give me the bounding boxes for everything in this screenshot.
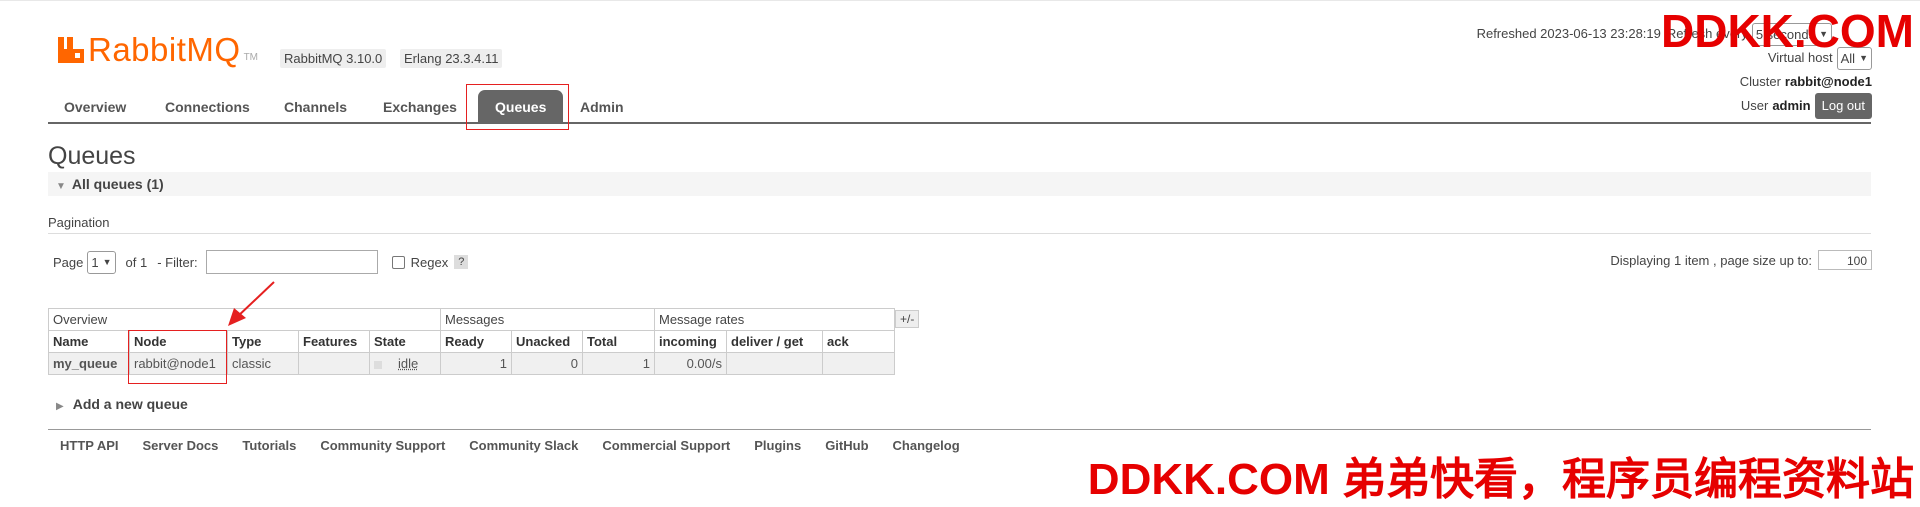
all-queues-section-toggle[interactable]: ▼ All queues (1) xyxy=(48,172,1871,196)
displaying-info: Displaying 1 item , page size up to: 100 xyxy=(1610,250,1872,270)
col-incoming[interactable]: incoming xyxy=(654,330,727,353)
erlang-version: Erlang 23.3.4.11 xyxy=(400,49,503,68)
col-features[interactable]: Features xyxy=(298,330,370,353)
footer-link-tutorials[interactable]: Tutorials xyxy=(242,438,296,453)
tab-admin[interactable]: Admin xyxy=(580,99,624,115)
col-state[interactable]: State xyxy=(369,330,441,353)
filter-label: - Filter: xyxy=(157,254,198,270)
rabbitmq-version: RabbitMQ 3.10.0 xyxy=(280,49,387,68)
page-of-label: of 1 xyxy=(125,254,148,270)
main-nav: Overview Connections Channels Exchanges … xyxy=(48,88,1871,124)
top-border xyxy=(0,0,1920,5)
pagination-label: Pagination xyxy=(48,215,110,230)
pagination-divider xyxy=(48,233,1871,234)
footer-link-http-api[interactable]: HTTP API xyxy=(60,438,119,453)
queue-unacked: 0 xyxy=(511,352,583,375)
group-messages: Messages xyxy=(440,308,655,331)
annotation-arrow-icon xyxy=(228,281,275,326)
chevron-down-icon: ▼ xyxy=(102,256,112,267)
col-deliver-get[interactable]: deliver / get xyxy=(726,330,823,353)
queue-ack xyxy=(822,352,895,375)
col-unacked[interactable]: Unacked xyxy=(511,330,583,353)
queue-deliver-get xyxy=(726,352,823,375)
regex-help-button[interactable]: ? xyxy=(454,255,469,269)
node-column-highlight xyxy=(128,330,227,384)
triangle-down-icon: ▼ xyxy=(56,181,66,192)
tab-connections[interactable]: Connections xyxy=(165,99,250,115)
queue-state: idle xyxy=(398,356,419,371)
tab-overview[interactable]: Overview xyxy=(64,99,126,115)
rabbit-logo-icon xyxy=(58,35,84,65)
col-ack[interactable]: ack xyxy=(822,330,895,353)
footer-link-commercial-support[interactable]: Commercial Support xyxy=(602,438,730,453)
queue-incoming: 0.00/s xyxy=(654,352,727,375)
tab-channels[interactable]: Channels xyxy=(284,99,347,115)
regex-checkbox[interactable] xyxy=(391,255,405,269)
watermark-top: DDKK.COM xyxy=(1661,5,1914,57)
queue-state-cell: idle xyxy=(369,352,441,375)
refreshed-label: Refreshed 2023-06-13 23:28:19 xyxy=(1476,26,1661,41)
page-title: Queues xyxy=(48,142,136,170)
footer-links: HTTP API Server Docs Tutorials Community… xyxy=(60,438,984,453)
footer-link-community-slack[interactable]: Community Slack xyxy=(469,438,578,453)
queue-name-link[interactable]: my_queue xyxy=(48,352,130,375)
triangle-right-icon: ▶ xyxy=(56,401,64,412)
footer-link-github[interactable]: GitHub xyxy=(825,438,868,453)
logo-tm: TM xyxy=(243,51,259,63)
footer-link-server-docs[interactable]: Server Docs xyxy=(143,438,219,453)
page-select[interactable]: 1 ▼ xyxy=(87,250,116,274)
page-label: Page xyxy=(53,254,84,270)
page-select-value: 1 xyxy=(91,254,99,270)
col-name[interactable]: Name xyxy=(48,330,130,353)
col-ready[interactable]: Ready xyxy=(440,330,512,353)
column-toggle-button[interactable]: +/- xyxy=(895,310,920,328)
regex-label: Regex xyxy=(410,254,449,270)
queues-tab-highlight xyxy=(466,84,569,130)
watermark-bottom: DDKK.COM 弟弟快看，程序员编程资料站 xyxy=(1087,455,1914,504)
state-indicator-icon xyxy=(374,360,382,369)
filter-input[interactable] xyxy=(205,250,378,274)
add-new-queue-toggle[interactable]: ▶ Add a new queue xyxy=(56,396,188,412)
displaying-label: Displaying 1 item , page size up to: xyxy=(1610,252,1812,268)
col-total[interactable]: Total xyxy=(582,330,655,353)
footer-link-plugins[interactable]: Plugins xyxy=(754,438,801,453)
add-queue-label: Add a new queue xyxy=(72,396,188,412)
rabbitmq-logo[interactable]: RabbitMQ TM xyxy=(58,30,258,70)
pagination-controls: Page 1 ▼ of 1 - Filter: Regex ? xyxy=(53,250,469,274)
logo-text: RabbitMQ xyxy=(88,31,241,68)
footer-divider xyxy=(48,429,1871,430)
queue-type: classic xyxy=(227,352,299,375)
queue-features xyxy=(298,352,370,375)
queue-ready: 1 xyxy=(440,352,512,375)
footer-link-changelog[interactable]: Changelog xyxy=(893,438,960,453)
queue-total: 1 xyxy=(582,352,655,375)
group-message-rates: Message rates xyxy=(654,308,895,331)
footer-link-community-support[interactable]: Community Support xyxy=(320,438,445,453)
page-size-input[interactable]: 100 xyxy=(1818,250,1872,270)
tab-exchanges[interactable]: Exchanges xyxy=(383,99,457,115)
section-label: All queues (1) xyxy=(71,176,164,192)
